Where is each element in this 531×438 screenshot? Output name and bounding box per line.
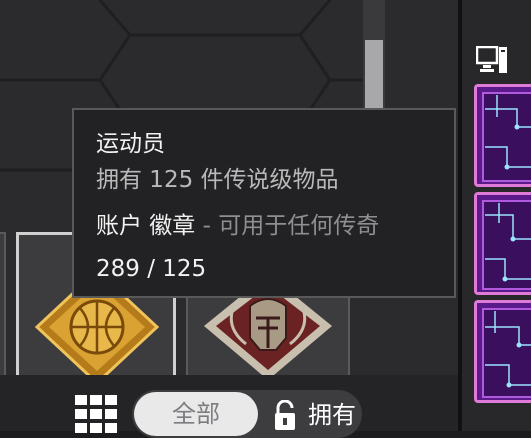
tooltip-progress: 289 / 125 [96,256,207,282]
filter-all-button[interactable]: 全部 [134,392,258,436]
badge-tooltip: 运动员 拥有 125 件传说级物品 账户 徽章 - 可用于任何传奇 289 / … [72,108,456,298]
item-card-2[interactable] [474,192,531,295]
unlock-icon [275,400,295,430]
grid-view-icon[interactable] [75,395,119,435]
pc-icon [476,46,507,73]
card-art [477,303,531,400]
item-card-3[interactable] [474,300,531,403]
filter-owned-button[interactable]: 拥有 [308,397,356,433]
card-art [477,87,531,184]
tooltip-description: 拥有 125 件传说级物品 [96,167,339,193]
tooltip-badge-type: 账户 徽章 - 可用于任何传奇 [96,206,379,240]
card-art [477,195,531,292]
badge-type-note: - 可用于任何传奇 [195,213,380,239]
tooltip-title: 运动员 [96,131,165,157]
scrollbar-thumb[interactable] [365,40,383,112]
badge-tile-partial[interactable] [0,232,6,382]
item-card-1[interactable] [474,84,531,187]
badge-type-label: 账户 徽章 [96,213,196,239]
